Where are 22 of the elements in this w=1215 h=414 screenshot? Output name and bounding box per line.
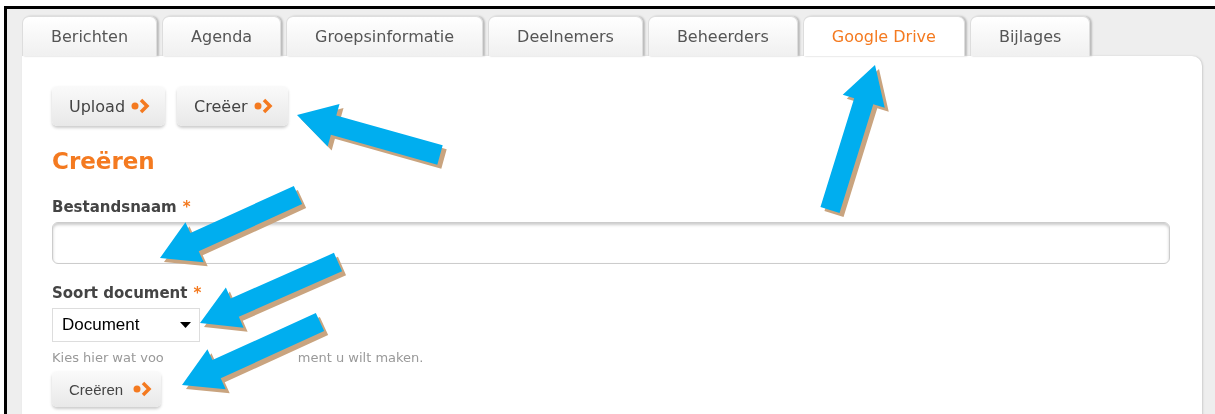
caret-icon <box>180 322 191 328</box>
required-asterisk: * <box>193 284 202 302</box>
action-button[interactable]: Upload <box>52 86 166 126</box>
filename-field[interactable] <box>52 222 1170 264</box>
tab[interactable]: Agenda <box>162 16 282 56</box>
field-label: Bestandsnaam <box>52 198 177 216</box>
tab[interactable]: Bijlages <box>969 16 1091 56</box>
tab[interactable]: Berichten <box>22 16 158 56</box>
dot-chevron-icon <box>133 381 154 397</box>
required-asterisk: * <box>182 198 191 216</box>
section-heading: Creëren <box>52 148 156 174</box>
dot-chevron-icon <box>131 98 152 114</box>
hint-text: Kies hier wat voo <box>52 350 164 365</box>
hint-text: ment u wilt maken. <box>297 350 424 365</box>
tab[interactable]: Beheerders <box>647 16 798 56</box>
action-button[interactable]: Creëer <box>177 86 288 126</box>
create-button[interactable]: Creëren <box>52 371 162 407</box>
document-type-select[interactable]: Document <box>52 308 200 342</box>
tab[interactable]: Groepsinformatie <box>286 16 484 56</box>
field-label: Soort document <box>52 284 188 302</box>
dot-chevron-icon <box>253 98 274 114</box>
tab[interactable]: Deelnemers <box>488 16 643 56</box>
